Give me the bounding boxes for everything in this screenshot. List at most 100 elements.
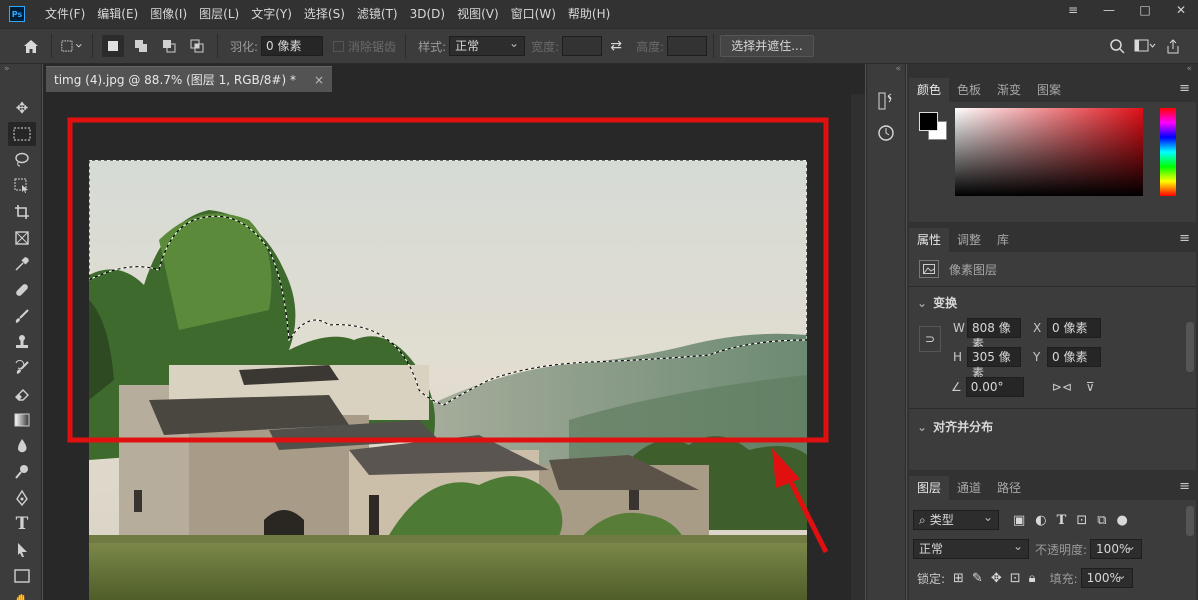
- document-tab[interactable]: timg (4).jpg @ 88.7% (图层 1, RGB/8#) * ×: [46, 66, 332, 92]
- eyedropper-tool-icon[interactable]: [8, 252, 36, 276]
- filter-pixel-icon[interactable]: ▣: [1013, 513, 1025, 528]
- x-field[interactable]: 0 像素: [1047, 318, 1101, 338]
- swap-dimensions-icon[interactable]: ⇄: [605, 35, 627, 57]
- crop-tool-icon[interactable]: [8, 200, 36, 224]
- panel-menu-icon[interactable]: ≡: [1179, 479, 1190, 494]
- path-selection-tool-icon[interactable]: [8, 538, 36, 562]
- menu-help[interactable]: 帮助(H): [562, 0, 616, 28]
- tab-color[interactable]: 颜色: [909, 78, 950, 102]
- width-input[interactable]: [562, 36, 603, 56]
- menu-type[interactable]: 文字(Y): [245, 0, 298, 28]
- height-field[interactable]: 305 像素: [967, 347, 1021, 380]
- menu-filter[interactable]: 滤镜(T): [351, 0, 404, 28]
- opacity-field[interactable]: 100%: [1090, 539, 1143, 559]
- lock-image-icon[interactable]: ✎: [972, 571, 983, 586]
- flip-vertical-icon[interactable]: ⊽: [1086, 380, 1095, 394]
- lock-position-icon[interactable]: ✥: [991, 571, 1002, 586]
- menu-file[interactable]: 文件(F): [39, 0, 91, 28]
- panel-menu-icon[interactable]: ≡: [1179, 231, 1190, 246]
- blend-mode-select[interactable]: 正常: [913, 539, 1029, 559]
- share-icon[interactable]: [1162, 35, 1184, 57]
- gradient-tool-icon[interactable]: [8, 408, 36, 432]
- filter-shape-icon[interactable]: ⊡: [1076, 513, 1087, 528]
- width-field[interactable]: 808 像素: [967, 318, 1021, 351]
- tab-channels[interactable]: 通道: [949, 476, 989, 500]
- collapse-dock-icon[interactable]: «: [867, 64, 905, 74]
- filter-smart-object-icon[interactable]: ⧉: [1097, 513, 1106, 528]
- menu-select[interactable]: 选择(S): [298, 0, 351, 28]
- dodge-tool-icon[interactable]: [8, 460, 36, 484]
- lock-transparent-icon[interactable]: ⊞: [953, 571, 964, 586]
- home-icon[interactable]: [20, 35, 42, 57]
- feather-input[interactable]: 0 像素: [261, 36, 324, 56]
- vertical-scrollbar[interactable]: [851, 94, 865, 600]
- foreground-color-swatch[interactable]: [919, 112, 938, 131]
- history-brush-tool-icon[interactable]: [8, 356, 36, 380]
- transform-section-header[interactable]: ⌄ 变换: [917, 294, 957, 311]
- lasso-tool-icon[interactable]: [8, 148, 36, 172]
- new-selection-icon[interactable]: [102, 35, 124, 57]
- search-icon[interactable]: [1106, 35, 1128, 57]
- hue-slider[interactable]: [1160, 108, 1176, 196]
- select-and-mask-button[interactable]: 选择并遮住...: [720, 35, 814, 57]
- frame-tool-icon[interactable]: [8, 226, 36, 250]
- menu-window[interactable]: 窗口(W): [505, 0, 562, 28]
- blur-tool-icon[interactable]: [8, 434, 36, 458]
- history-icon[interactable]: [872, 120, 900, 146]
- eraser-tool-icon[interactable]: [8, 382, 36, 406]
- tab-adjustments[interactable]: 调整: [949, 228, 989, 252]
- pen-tool-icon[interactable]: [8, 486, 36, 510]
- healing-brush-tool-icon[interactable]: [8, 278, 36, 302]
- collapse-toolbar-icon[interactable]: »: [0, 64, 41, 74]
- add-to-selection-icon[interactable]: [130, 35, 152, 57]
- lock-artboard-icon[interactable]: ⊡: [1010, 571, 1021, 586]
- minimize-button[interactable]: —: [1092, 0, 1126, 20]
- workspace-menu-icon[interactable]: ≡: [1056, 0, 1090, 20]
- menu-3d[interactable]: 3D(D): [404, 0, 451, 28]
- height-input[interactable]: [667, 36, 708, 56]
- maximize-button[interactable]: □: [1128, 0, 1162, 20]
- object-selection-tool-icon[interactable]: [8, 174, 36, 198]
- lock-all-icon[interactable]: 🔒︎: [1029, 571, 1036, 586]
- tab-swatches[interactable]: 色板: [949, 78, 989, 102]
- filter-adjustment-icon[interactable]: ◐: [1035, 513, 1046, 528]
- angle-field[interactable]: 0.00°: [965, 377, 1024, 397]
- collapse-panels-icon[interactable]: «: [907, 64, 1198, 74]
- layers-scrollbar[interactable]: [1186, 506, 1194, 536]
- tab-libraries[interactable]: 库: [989, 228, 1017, 252]
- panel-menu-icon[interactable]: ≡: [1179, 81, 1190, 96]
- filter-toggle-icon[interactable]: ●: [1117, 513, 1128, 528]
- menu-edit[interactable]: 编辑(E): [91, 0, 144, 28]
- tab-properties[interactable]: 属性: [909, 228, 950, 252]
- color-picker-field[interactable]: [955, 108, 1143, 196]
- tab-paths[interactable]: 路径: [989, 476, 1029, 500]
- tab-patterns[interactable]: 图案: [1029, 78, 1069, 102]
- link-dimensions-icon[interactable]: ⊃: [919, 326, 941, 352]
- brush-tool-icon[interactable]: [8, 304, 36, 328]
- align-section-header[interactable]: ⌄ 对齐并分布: [917, 418, 993, 435]
- layer-filter-select[interactable]: ⌕ 类型: [913, 510, 999, 530]
- flip-horizontal-icon[interactable]: ⊳⊲: [1052, 380, 1072, 394]
- canvas-viewport[interactable]: [43, 94, 851, 600]
- move-tool-icon[interactable]: ✥: [8, 96, 36, 120]
- antialias-checkbox[interactable]: [333, 40, 345, 52]
- fill-field[interactable]: 100%: [1080, 568, 1133, 588]
- type-tool-icon[interactable]: T: [8, 512, 36, 536]
- marquee-preset-icon[interactable]: [61, 35, 83, 57]
- intersect-selection-icon[interactable]: [186, 35, 208, 57]
- tab-gradients[interactable]: 渐变: [989, 78, 1029, 102]
- y-field[interactable]: 0 像素: [1047, 347, 1101, 367]
- rectangle-tool-icon[interactable]: [8, 564, 36, 588]
- rectangular-marquee-tool-icon[interactable]: [8, 122, 36, 146]
- menu-view[interactable]: 视图(V): [451, 0, 505, 28]
- properties-scrollbar[interactable]: [1186, 322, 1194, 372]
- menu-image[interactable]: 图像(I): [144, 0, 193, 28]
- menu-layer[interactable]: 图层(L): [193, 0, 245, 28]
- subtract-from-selection-icon[interactable]: [158, 35, 180, 57]
- clone-stamp-tool-icon[interactable]: [8, 330, 36, 354]
- close-document-icon[interactable]: ×: [314, 67, 324, 93]
- style-select[interactable]: 正常: [449, 36, 526, 56]
- filter-type-icon[interactable]: T: [1057, 513, 1067, 528]
- tab-layers[interactable]: 图层: [909, 476, 950, 500]
- close-button[interactable]: ✕: [1164, 0, 1198, 20]
